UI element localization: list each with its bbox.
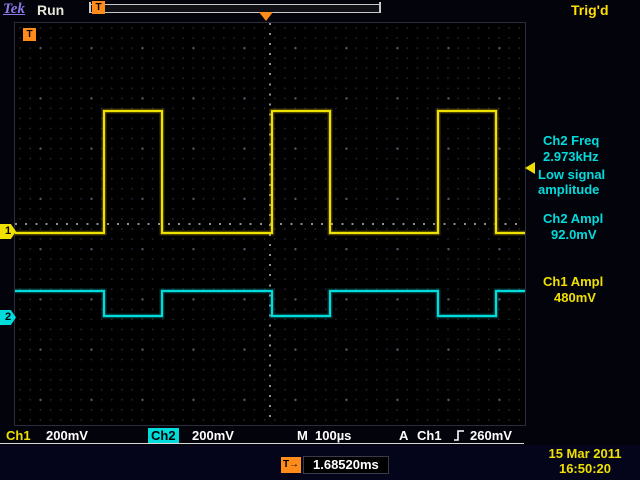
timebase-label: M bbox=[297, 428, 308, 443]
meas3-label: Ch1 Ampl bbox=[543, 274, 603, 289]
meas2-value: 92.0mV bbox=[551, 227, 597, 242]
oscilloscope-display: Tek Run Trig'd T T 1 2 Ch2 Freq 2.973kHz… bbox=[0, 0, 640, 480]
waveform-ch1 bbox=[15, 111, 525, 233]
trig-pos-arrow-icon: → bbox=[289, 459, 299, 470]
trigger-position-marker-icon bbox=[259, 12, 273, 21]
ch2-label: Ch2 bbox=[148, 428, 179, 443]
graticule: T bbox=[14, 22, 526, 426]
date-time-readout: 15 Mar 2011 16:50:20 bbox=[531, 446, 639, 476]
record-bar-left-bracket bbox=[89, 2, 91, 13]
ch1-scale: 200mV bbox=[46, 428, 88, 443]
meas1-value: 2.973kHz bbox=[543, 149, 599, 164]
waveform-ch2 bbox=[15, 291, 525, 316]
acquisition-status: Run bbox=[37, 2, 64, 18]
time-readout: 16:50:20 bbox=[531, 461, 639, 476]
waveform-area bbox=[15, 23, 525, 425]
meas2-label: Ch2 Ampl bbox=[543, 211, 603, 226]
trigger-position-icon: T bbox=[92, 1, 105, 14]
status-bar-underline bbox=[0, 443, 524, 444]
trigger-position-value: 1.68520ms bbox=[303, 456, 389, 474]
meas1-warning-line1: Low signal bbox=[538, 167, 605, 182]
record-bar-right-bracket bbox=[379, 2, 381, 13]
ch1-label: Ch1 bbox=[6, 428, 31, 443]
trigger-mode: A bbox=[399, 428, 408, 443]
timebase-value: 100µs bbox=[315, 428, 351, 443]
rising-edge-icon bbox=[453, 429, 466, 444]
record-view-bar bbox=[89, 4, 381, 13]
date-readout: 15 Mar 2011 bbox=[531, 446, 639, 461]
trigger-source: Ch1 bbox=[417, 428, 442, 443]
trigger-status: Trig'd bbox=[571, 2, 609, 18]
meas3-value: 480mV bbox=[554, 290, 596, 305]
trigger-marker-icon: T bbox=[23, 28, 36, 41]
trigger-level-arrow-icon bbox=[525, 162, 535, 174]
brand-logo: Tek bbox=[3, 1, 25, 18]
meas1-warning-line2: amplitude bbox=[538, 182, 599, 197]
trigger-position-readout: T→ 1.68520ms bbox=[281, 456, 389, 474]
meas1-label: Ch2 Freq bbox=[543, 133, 599, 148]
ch2-scale: 200mV bbox=[192, 428, 234, 443]
trigger-position-readout-icon: T→ bbox=[281, 457, 301, 473]
trigger-level-value: 260mV bbox=[470, 428, 512, 443]
